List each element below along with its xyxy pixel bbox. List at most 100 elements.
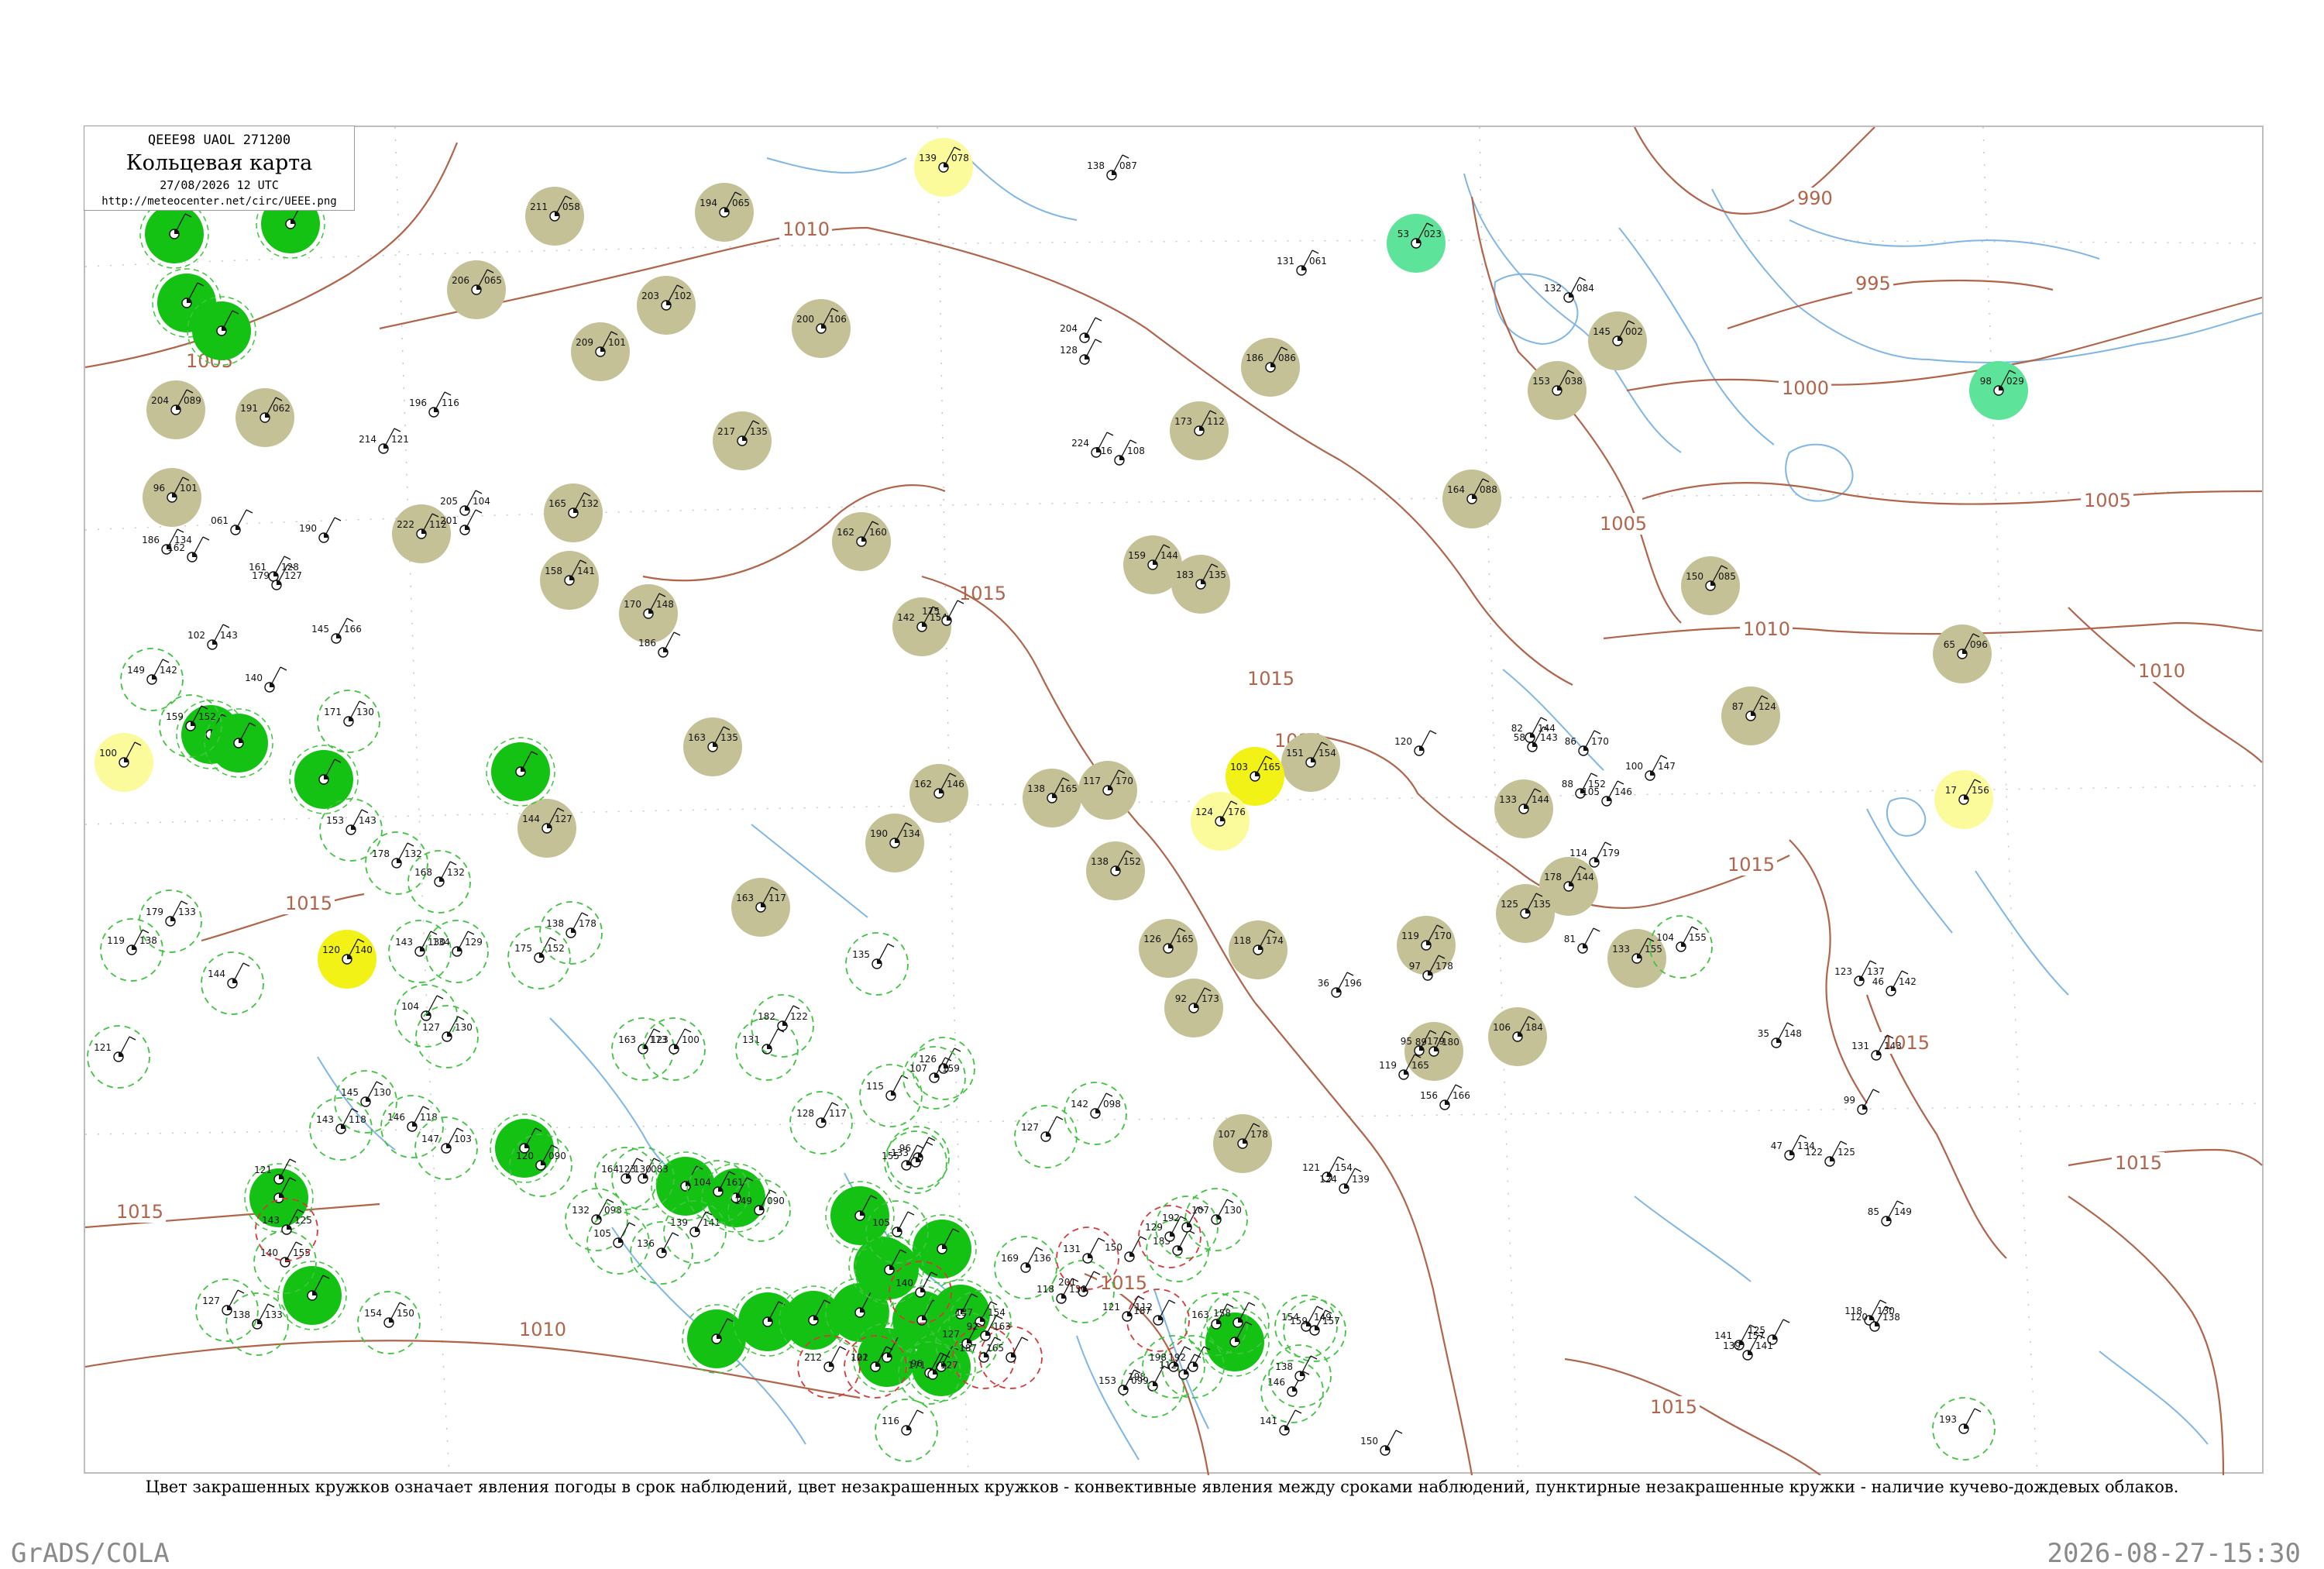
weather-station[interactable]: 36 196 <box>1318 972 1362 998</box>
weather-station[interactable]: 154 150 <box>357 1291 421 1354</box>
weather-station[interactable]: 100 <box>95 733 153 792</box>
weather-station[interactable]: 144 <box>201 951 264 1015</box>
weather-station[interactable]: 209 101 <box>571 322 630 381</box>
weather-station[interactable]: 106 184 <box>1488 1007 1547 1066</box>
weather-station[interactable]: 191 062 <box>235 388 294 447</box>
weather-station[interactable]: 150 <box>1360 1430 1403 1456</box>
weather-station[interactable]: 121 <box>87 1025 150 1089</box>
weather-station[interactable]: 85 149 <box>1868 1200 1912 1227</box>
weather-station[interactable]: 150 085 <box>1681 556 1740 615</box>
weather-station[interactable]: 117 170 <box>1078 761 1137 820</box>
weather-station[interactable]: 146 118 <box>380 1095 444 1158</box>
weather-station[interactable]: 133 <box>884 1130 947 1194</box>
weather-station[interactable]: 107 178 <box>1213 1114 1272 1173</box>
weather-station[interactable]: 135 <box>845 932 909 996</box>
weather-station[interactable]: 190 134 <box>865 814 924 872</box>
weather-station[interactable]: 144 127 <box>517 799 576 858</box>
weather-station[interactable]: 116 <box>875 1399 938 1462</box>
weather-station[interactable]: 173 112 <box>1170 401 1229 460</box>
weather-station[interactable]: 139 078 <box>914 138 973 197</box>
weather-station[interactable]: 53 023 <box>1387 214 1446 273</box>
weather-station[interactable]: 204 <box>1060 317 1102 343</box>
weather-station[interactable]: 131 <box>735 1017 799 1081</box>
weather-station[interactable]: 125 135 <box>1496 884 1555 943</box>
weather-station[interactable]: 194 065 <box>695 183 754 242</box>
weather-station[interactable]: 142 098 <box>1064 1082 1127 1145</box>
weather-station[interactable]: 214 121 <box>359 428 409 454</box>
weather-station[interactable]: 127 <box>1014 1105 1078 1168</box>
weather-station[interactable]: 190 <box>299 517 342 543</box>
weather-station[interactable]: 138 087 <box>1087 154 1137 181</box>
weather-station[interactable]: 81 <box>1564 927 1600 954</box>
weather-station[interactable]: 203 102 <box>637 276 696 335</box>
weather-station[interactable]: 143 118 <box>309 1097 373 1161</box>
weather-station[interactable]: 120 140 <box>318 930 376 989</box>
weather-station[interactable]: 89 180 <box>1404 1022 1463 1081</box>
weather-station[interactable] <box>490 1113 559 1183</box>
weather-station[interactable]: 178 132 <box>365 831 428 895</box>
weather-station[interactable]: 96 101 <box>143 468 201 527</box>
weather-station[interactable]: 162 160 <box>832 512 891 571</box>
weather-station[interactable]: 205 104 <box>440 490 490 516</box>
weather-station[interactable] <box>289 745 359 814</box>
weather-station[interactable]: 145 002 <box>1588 311 1647 370</box>
source-url[interactable]: http://meteocenter.net/circ/UEEE.png <box>84 195 354 208</box>
weather-station[interactable]: 200 106 <box>792 299 851 358</box>
weather-station[interactable]: 98 029 <box>1969 361 2028 420</box>
weather-station[interactable]: 102 143 <box>187 624 238 650</box>
weather-station[interactable]: 100 147 <box>1625 755 1676 781</box>
weather-station[interactable]: 171 130 <box>317 690 380 753</box>
weather-station[interactable]: 124 176 <box>1191 792 1250 851</box>
weather-station[interactable]: 217 135 <box>713 411 772 470</box>
weather-station[interactable]: 196 116 <box>409 391 459 418</box>
weather-station[interactable]: 193 <box>1932 1397 1996 1461</box>
weather-station[interactable]: 138 178 <box>539 901 603 965</box>
weather-station[interactable]: 140 155 <box>253 1230 317 1294</box>
weather-station[interactable]: 138 152 <box>1086 841 1145 900</box>
weather-station[interactable]: 87 124 <box>1721 686 1780 745</box>
weather-station[interactable]: 128 <box>1060 339 1102 365</box>
weather-station[interactable]: 156 166 <box>1420 1084 1470 1110</box>
weather-station[interactable]: 153 038 <box>1528 361 1587 420</box>
weather-station[interactable]: 120 <box>1394 730 1437 756</box>
weather-station[interactable]: 35 148 <box>1758 1022 1802 1048</box>
weather-station[interactable]: 92 173 <box>1164 979 1223 1037</box>
weather-station[interactable]: 061 <box>211 509 253 535</box>
weather-station[interactable]: 132 084 <box>1544 277 1594 303</box>
weather-station[interactable]: 65 096 <box>1933 625 1992 683</box>
weather-station[interactable]: 136 <box>630 1221 693 1285</box>
weather-station[interactable]: 186 086 <box>1241 338 1300 397</box>
weather-station[interactable]: 222 112 <box>392 504 451 563</box>
weather-station[interactable]: 127 130 <box>415 1005 479 1068</box>
weather-station[interactable]: 143 130 <box>388 920 452 983</box>
weather-station[interactable]: 163 123 <box>611 1017 675 1081</box>
weather-station[interactable]: 131 061 <box>1277 249 1327 276</box>
weather-station[interactable]: 163 135 <box>683 717 742 776</box>
weather-station[interactable]: 126 165 <box>1139 919 1198 978</box>
weather-station[interactable]: 168 132 <box>407 850 471 914</box>
weather-station[interactable]: 138 <box>1268 1344 1332 1408</box>
weather-station[interactable]: 151 154 <box>1281 733 1340 792</box>
weather-station[interactable]: 17 156 <box>1934 770 1993 829</box>
weather-station[interactable]: 134 129 <box>425 920 489 983</box>
weather-station[interactable]: 86 170 <box>1565 730 1609 756</box>
weather-station[interactable]: 164 088 <box>1442 470 1501 528</box>
weather-station[interactable]: 147 103 <box>414 1117 478 1180</box>
weather-station[interactable]: 183 135 <box>1171 555 1230 614</box>
weather-station[interactable]: 211 058 <box>525 187 584 246</box>
weather-station[interactable]: 170 148 <box>619 584 678 643</box>
weather-station[interactable]: 118 174 <box>1229 920 1287 979</box>
weather-station[interactable]: 128 117 <box>789 1091 853 1154</box>
weather-station[interactable]: 175 152 <box>507 926 571 989</box>
weather-station[interactable]: 162 146 <box>909 764 968 823</box>
weather-station[interactable]: 204 089 <box>146 380 205 439</box>
weather-station[interactable]: 119 138 <box>100 918 163 982</box>
weather-station[interactable]: 163 117 <box>731 878 790 937</box>
weather-station[interactable]: 216 108 <box>1095 439 1145 466</box>
weather-station[interactable]: 140 <box>245 666 287 693</box>
weather-station[interactable]: 165 132 <box>544 483 603 542</box>
weather-station[interactable]: 182 122 <box>751 994 814 1058</box>
weather-station[interactable] <box>486 737 555 807</box>
weather-station[interactable]: 99 <box>1844 1089 1880 1115</box>
weather-station[interactable]: 149 142 <box>120 648 184 711</box>
